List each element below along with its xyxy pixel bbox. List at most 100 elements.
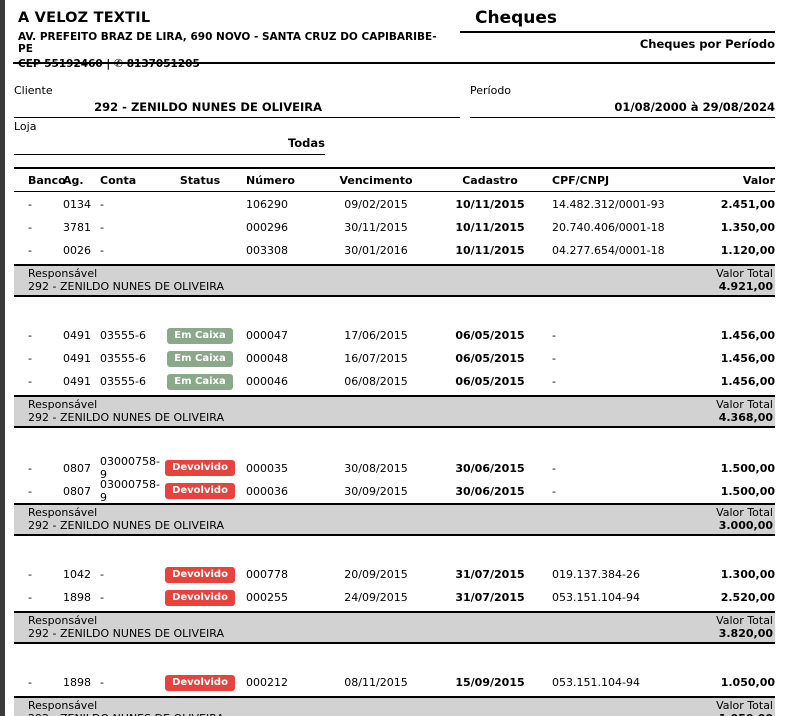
cell-vencimento: 20/09/2015 [320, 568, 424, 581]
cell-cpf_cnpj: 04.277.654/0001-18 [534, 244, 678, 257]
cell-cpf_cnpj: - [534, 375, 678, 388]
cell-banco: - [14, 375, 62, 388]
cell-vencimento: 24/09/2015 [320, 591, 424, 604]
cheque-group: -1898-Devolvido00021208/11/201515/09/201… [14, 670, 775, 716]
responsavel-label: Responsável [28, 399, 224, 412]
cell-cadastro: 06/05/2015 [424, 329, 534, 342]
cell-vencimento: 30/11/2015 [320, 221, 424, 234]
cell-banco: - [14, 198, 62, 211]
cell-numero: 000047 [238, 329, 320, 342]
cell-cadastro: 06/05/2015 [424, 352, 534, 365]
cell-cpf_cnpj: 053.151.104-94 [534, 591, 678, 604]
loja-label: Loja [14, 120, 325, 133]
cell-vencimento: 30/08/2015 [320, 462, 424, 475]
group-footer: Responsável292 - ZENILDO NUNES DE OLIVEI… [14, 503, 775, 536]
cliente-field: Cliente 292 - ZENILDO NUNES DE OLIVEIRA [14, 84, 460, 118]
cell-valor: 1.456,00 [678, 375, 775, 388]
cell-valor: 1.456,00 [678, 352, 775, 365]
cell-vencimento: 06/08/2015 [320, 375, 424, 388]
table-row: -080703000758-9Devolvido00003530/08/2015… [14, 455, 775, 478]
cell-ag: 0491 [62, 352, 98, 365]
status-cell: Em Caixa [162, 328, 238, 344]
cell-valor: 1.500,00 [678, 485, 775, 498]
cell-banco: - [14, 676, 62, 689]
group-rows: -1898-Devolvido00021208/11/201515/09/201… [14, 670, 775, 696]
valor-total-value: 1.050,00 [716, 713, 773, 716]
valor-total-value: 4.368,00 [716, 412, 773, 425]
cell-ag: 0491 [62, 329, 98, 342]
company-cep: CEP 55192460 | [18, 58, 110, 70]
table-row: -1898-Devolvido00025524/09/201531/07/201… [14, 586, 775, 609]
cell-numero: 000255 [238, 591, 320, 604]
status-badge: Devolvido [165, 460, 235, 476]
cell-numero: 003308 [238, 244, 320, 257]
cheque-group: -080703000758-9Devolvido00003530/08/2015… [14, 454, 775, 536]
footer-right: Valor Total1.050,00 [716, 700, 773, 716]
cheque-group: -0134-10629009/02/201510/11/201514.482.3… [14, 192, 775, 297]
group-footer: Responsável292 - ZENILDO NUNES DE OLIVEI… [14, 611, 775, 644]
report-subtitle: Cheques por Período [460, 37, 775, 51]
cell-ag: 0491 [62, 375, 98, 388]
company-header: A VELOZ TEXTIL AV. PREFEITO BRAZ DE LIRA… [18, 10, 448, 70]
valor-total-label: Valor Total [716, 399, 773, 412]
cell-vencimento: 16/07/2015 [320, 352, 424, 365]
column-header-conta: Conta [98, 174, 162, 187]
responsavel-value: 292 - ZENILDO NUNES DE OLIVEIRA [28, 520, 224, 533]
page-edge [0, 0, 5, 716]
cell-cpf_cnpj: 019.137.384-26 [534, 568, 678, 581]
cell-cadastro: 06/05/2015 [424, 375, 534, 388]
responsavel-label: Responsável [28, 615, 224, 628]
group-rows: -080703000758-9Devolvido00003530/08/2015… [14, 454, 775, 503]
cell-ag: 3781 [62, 221, 98, 234]
cell-numero: 000036 [238, 485, 320, 498]
cell-conta: 03555-6 [98, 329, 162, 342]
cell-valor: 1.350,00 [678, 221, 775, 234]
cell-ag: 0026 [62, 244, 98, 257]
group-rows: -1042-Devolvido00077820/09/201531/07/201… [14, 562, 775, 611]
footer-left: Responsável292 - ZENILDO NUNES DE OLIVEI… [28, 700, 224, 716]
cliente-label: Cliente [14, 84, 460, 97]
status-badge: Em Caixa [167, 351, 232, 367]
cell-ag: 1898 [62, 676, 98, 689]
cell-ag: 0807 [62, 462, 98, 475]
table-row: -1898-Devolvido00021208/11/201515/09/201… [14, 671, 775, 694]
group-rows: -0134-10629009/02/201510/11/201514.482.3… [14, 192, 775, 264]
company-phone: 8137051205 [127, 58, 200, 70]
status-cell: Devolvido [162, 567, 238, 583]
cell-cpf_cnpj: - [534, 352, 678, 365]
company-name: A VELOZ TEXTIL [18, 10, 448, 26]
cell-conta: 03555-6 [98, 352, 162, 365]
status-badge: Em Caixa [167, 328, 232, 344]
footer-left: Responsável292 - ZENILDO NUNES DE OLIVEI… [28, 507, 224, 532]
cell-cadastro: 10/11/2015 [424, 198, 534, 211]
report-header: Cheques Cheques por Período [460, 8, 775, 51]
cell-banco: - [14, 244, 62, 257]
periodo-value: 01/08/2000 à 29/08/2024 [470, 100, 775, 114]
valor-total-label: Valor Total [716, 507, 773, 520]
cell-cadastro: 10/11/2015 [424, 221, 534, 234]
cell-banco: - [14, 462, 62, 475]
status-badge: Em Caixa [167, 374, 232, 390]
cell-conta: - [98, 568, 162, 581]
column-header-status: Status [162, 174, 238, 187]
cell-cadastro: 30/06/2015 [424, 485, 534, 498]
footer-right: Valor Total3.820,00 [716, 615, 773, 640]
valor-total-value: 3.820,00 [716, 628, 773, 641]
group-rows: -049103555-6Em Caixa00004717/06/201506/0… [14, 323, 775, 395]
cell-conta: - [98, 676, 162, 689]
footer-right: Valor Total4.921,00 [716, 268, 773, 293]
valor-total-label: Valor Total [716, 268, 773, 281]
status-badge: Devolvido [165, 567, 235, 583]
status-badge: Devolvido [165, 675, 235, 691]
cell-vencimento: 08/11/2015 [320, 676, 424, 689]
footer-left: Responsável292 - ZENILDO NUNES DE OLIVEI… [28, 268, 224, 293]
cell-valor: 2.451,00 [678, 198, 775, 211]
cell-cadastro: 10/11/2015 [424, 244, 534, 257]
cell-cpf_cnpj: 14.482.312/0001-93 [534, 198, 678, 211]
status-cell: Devolvido [162, 590, 238, 606]
responsavel-value: 292 - ZENILDO NUNES DE OLIVEIRA [28, 628, 224, 641]
responsavel-value: 292 - ZENILDO NUNES DE OLIVEIRA [28, 412, 224, 425]
report-title: Cheques [460, 8, 775, 33]
cell-cpf_cnpj: 053.151.104-94 [534, 676, 678, 689]
loja-field: Loja Todas [14, 120, 325, 155]
